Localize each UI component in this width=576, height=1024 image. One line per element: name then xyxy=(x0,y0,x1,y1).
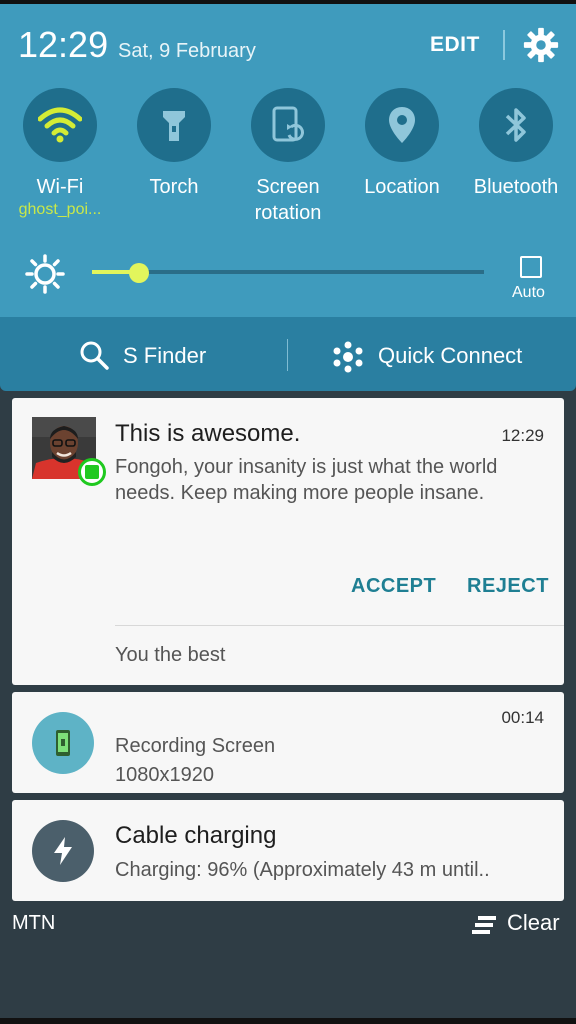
auto-brightness-label: Auto xyxy=(512,284,545,301)
tile-label-bluetooth: Bluetooth xyxy=(473,176,559,198)
location-icon xyxy=(389,107,415,143)
search-icon[interactable] xyxy=(78,339,110,371)
brightness-slider-thumb[interactable] xyxy=(129,263,149,283)
screen-recorder-icon xyxy=(32,712,94,774)
header-divider xyxy=(503,30,505,60)
charging-icon xyxy=(32,820,94,882)
carrier-label: MTN xyxy=(12,912,56,934)
notification-time: 12:29 xyxy=(501,426,544,445)
brightness-slider[interactable] xyxy=(92,270,484,274)
screen-rotation-icon xyxy=(272,106,304,142)
notification-divider xyxy=(115,625,564,626)
notification-title: This is awesome. xyxy=(115,420,301,447)
clear-button[interactable]: Clear xyxy=(507,910,560,936)
tile-wifi[interactable]: Wi-Fi ghost_poi... xyxy=(3,88,117,220)
accept-button[interactable]: ACCEPT xyxy=(351,575,436,598)
tile-label-screen-rotation: Screen rotation xyxy=(254,176,322,224)
torch-icon xyxy=(163,111,185,141)
torch-button[interactable] xyxy=(137,88,211,162)
app-badge-icon xyxy=(78,458,106,486)
clear-all-icon[interactable] xyxy=(470,914,498,936)
reject-button[interactable]: REJECT xyxy=(467,575,549,598)
recording-title: Recording Screen xyxy=(115,735,276,757)
tile-label-wifi: Wi-Fi xyxy=(36,176,84,198)
recording-time: 00:14 xyxy=(501,708,544,727)
location-button[interactable] xyxy=(365,88,439,162)
charging-title: Cable charging xyxy=(115,822,277,849)
notification-body: Fongoh, your insanity is just what the w… xyxy=(115,456,498,504)
recording-resolution: 1080x1920 xyxy=(115,764,214,786)
tile-label-location: Location xyxy=(364,176,440,198)
charging-notification[interactable]: Cable charging Charging: 96% (Approximat… xyxy=(12,800,564,901)
date: Sat, 9 February xyxy=(118,40,256,62)
wifi-icon xyxy=(38,107,82,143)
wifi-button[interactable] xyxy=(23,88,97,162)
quick-connect-icon[interactable] xyxy=(332,341,364,373)
tile-label-torch: Torch xyxy=(149,176,199,198)
finder-divider xyxy=(287,339,288,371)
tile-location[interactable]: Location xyxy=(345,88,459,200)
auto-brightness-checkbox[interactable] xyxy=(520,256,542,278)
quick-connect-button[interactable]: Quick Connect xyxy=(378,343,522,369)
bluetooth-button[interactable] xyxy=(479,88,553,162)
charging-status: Charging: 96% (Approximately 43 m until.… xyxy=(115,859,490,881)
message-notification[interactable]: This is awesome. 12:29 Fongoh, your insa… xyxy=(12,398,564,685)
bluetooth-icon xyxy=(505,108,526,142)
tile-bluetooth[interactable]: Bluetooth xyxy=(459,88,573,200)
wifi-network-name: ghost_poi... xyxy=(18,201,102,218)
tile-screen-rotation[interactable]: Screen rotation xyxy=(231,88,345,226)
settings-gear-icon[interactable] xyxy=(522,26,560,64)
edit-button[interactable]: EDIT xyxy=(430,33,480,57)
tile-torch[interactable]: Torch xyxy=(117,88,231,200)
notification-reply-text: You the best xyxy=(115,644,226,666)
clock: 12:29 xyxy=(18,24,109,65)
s-finder-button[interactable]: S Finder xyxy=(123,343,206,369)
recording-notification[interactable]: 00:14 Recording Screen 1080x1920 xyxy=(12,692,564,793)
finder-bar: S Finder Quick Connect xyxy=(0,317,576,391)
bottom-edge xyxy=(0,1018,576,1024)
screen-rotation-button[interactable] xyxy=(251,88,325,162)
brightness-icon xyxy=(25,254,65,294)
